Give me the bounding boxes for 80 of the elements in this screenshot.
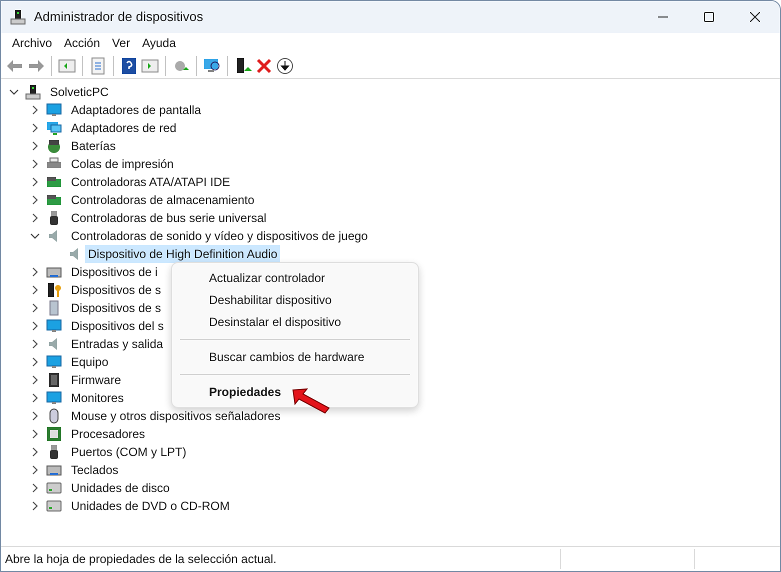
tree-item[interactable]: Procesadores	[68, 425, 148, 443]
network-icon	[46, 120, 62, 136]
app-icon	[10, 9, 26, 25]
tree-item[interactable]: Dispositivos del s	[68, 317, 167, 335]
download-icon[interactable]	[276, 56, 294, 74]
tree-item[interactable]: Mouse y otros dispositivos señaladores	[68, 407, 284, 425]
tree-item[interactable]: Unidades de disco	[68, 479, 173, 497]
card-icon	[46, 174, 62, 190]
tree-item[interactable]: Entradas y salida	[68, 335, 166, 353]
expand-chevron-icon[interactable]	[30, 177, 40, 187]
window-icon[interactable]	[58, 56, 76, 74]
help-icon[interactable]	[120, 56, 138, 74]
expand-chevron-icon[interactable]	[30, 375, 40, 385]
expand-chevron-icon[interactable]	[30, 159, 40, 169]
expand-chevron-icon[interactable]	[30, 195, 40, 205]
context-menu-item[interactable]: Propiedades	[176, 381, 414, 403]
expand-chevron-icon[interactable]	[30, 303, 40, 313]
pointer-arrow-icon	[291, 388, 331, 414]
battery-icon	[46, 138, 62, 154]
context-menu-item[interactable]: Desinstalar el dispositivo	[176, 311, 414, 333]
expand-chevron-icon[interactable]	[30, 411, 40, 421]
expand-chevron-icon[interactable]	[30, 141, 40, 151]
expand-chevron-icon[interactable]	[30, 429, 40, 439]
expand-chevron-icon[interactable]	[30, 123, 40, 133]
tree-item[interactable]: Dispositivos de s	[68, 299, 164, 317]
chip-icon	[46, 372, 62, 388]
expand-chevron-icon[interactable]	[30, 447, 40, 457]
menu-item[interactable]: Ayuda	[137, 34, 181, 52]
tree-item[interactable]: Controladoras de almacenamiento	[68, 191, 258, 209]
expand-chevron-icon[interactable]	[30, 321, 40, 331]
tree-item[interactable]: Firmware	[68, 371, 124, 389]
tree-item[interactable]: Controladoras de sonido y vídeo y dispositivos de juego	[68, 227, 371, 245]
context-menu-item[interactable]: Deshabilitar dispositivo	[176, 289, 414, 311]
tree-item[interactable]: Puertos (COM y LPT)	[68, 443, 190, 461]
collapse-chevron-icon[interactable]	[9, 87, 19, 97]
monitor-icon	[46, 318, 62, 334]
computer-icon	[25, 84, 41, 100]
expand-chevron-icon[interactable]	[30, 483, 40, 493]
monitor-icon	[46, 354, 62, 370]
expand-chevron-icon[interactable]	[30, 357, 40, 367]
status-text: Abre la hoja de propiedades de la selección actual.	[4, 551, 278, 568]
context-menu-item[interactable]: Buscar cambios de hardware	[176, 346, 414, 368]
expand-chevron-icon[interactable]	[30, 465, 40, 475]
tree-item[interactable]: Dispositivos de s	[68, 281, 164, 299]
maximize-icon	[704, 12, 714, 22]
window-icon[interactable]	[141, 56, 159, 74]
tree-item[interactable]: Adaptadores de red	[68, 119, 180, 137]
expand-chevron-icon[interactable]	[30, 501, 40, 511]
window-title: Administrador de dispositivos	[34, 8, 204, 26]
tree-item[interactable]: Monitores	[68, 389, 127, 407]
expand-chevron-icon[interactable]	[30, 105, 40, 115]
processor-icon	[46, 426, 62, 442]
tree-item[interactable]: Controladoras de bus serie universal	[68, 209, 270, 227]
expand-chevron-icon[interactable]	[30, 213, 40, 223]
tree-item[interactable]: Baterías	[68, 137, 119, 155]
tree-item[interactable]: Teclados	[68, 461, 122, 479]
expand-chevron-icon[interactable]	[30, 285, 40, 295]
monitor-icon	[46, 102, 62, 118]
tree-item[interactable]: Dispositivos de i	[68, 263, 161, 281]
delete-icon[interactable]	[255, 56, 273, 74]
expand-chevron-icon[interactable]	[30, 393, 40, 403]
device-add-icon[interactable]	[234, 56, 252, 74]
close-icon	[750, 12, 760, 22]
tree-item[interactable]: SolveticPC	[47, 83, 112, 101]
expand-chevron-icon[interactable]	[30, 339, 40, 349]
tree-item[interactable]: Colas de impresión	[68, 155, 177, 173]
tree-item[interactable]: Controladoras ATA/ATAPI IDE	[68, 173, 234, 191]
context-menu-item[interactable]: Actualizar controlador	[176, 267, 414, 289]
tree-item[interactable]: Adaptadores de pantalla	[68, 101, 204, 119]
collapse-chevron-icon[interactable]	[30, 231, 40, 241]
monitor-search-icon[interactable]	[203, 56, 221, 74]
tree-item[interactable]: Equipo	[68, 353, 112, 371]
properties-icon[interactable]	[89, 56, 107, 74]
menu-item[interactable]: Acción	[59, 34, 106, 52]
monitor-icon	[46, 390, 62, 406]
tree-item[interactable]: Dispositivo de High Definition Audio	[85, 245, 280, 263]
expand-chevron-icon[interactable]	[30, 267, 40, 277]
menu-item[interactable]: Ver	[107, 34, 136, 52]
menu-item[interactable]: Archivo	[7, 34, 58, 52]
tree-item[interactable]: Unidades de DVD o CD-ROM	[68, 497, 233, 515]
